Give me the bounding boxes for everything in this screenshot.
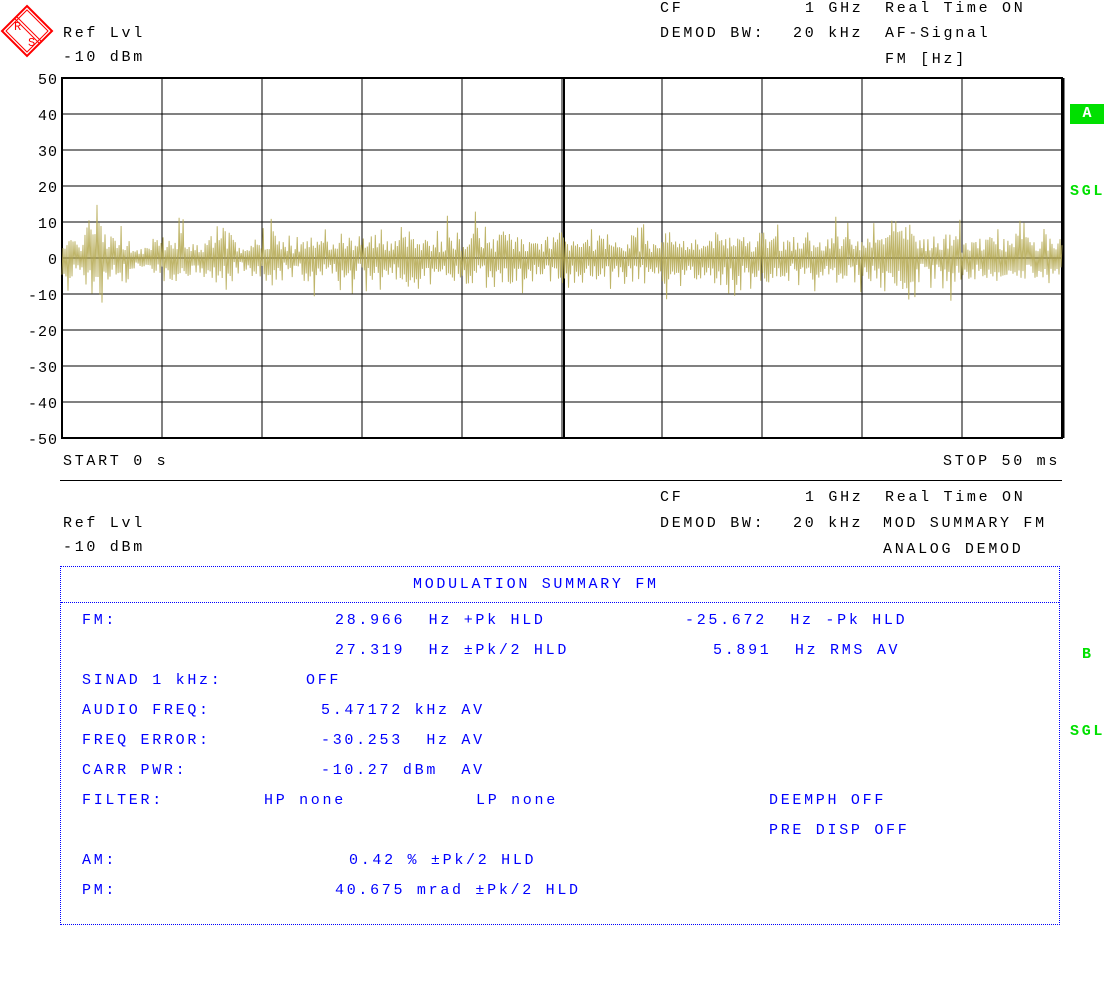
cf-label-b: CF [660,489,684,506]
y-tick-label: 40 [38,108,58,125]
audio-freq-label: AUDIO FREQ: [82,702,211,719]
panel-header-divider [61,602,1059,603]
stop-label: STOP 50 ms [943,453,1061,470]
screen-divider [60,480,1062,481]
demod-bw-label-b: DEMOD BW: [660,515,766,532]
audio-freq-value: 5.47172 kHz AV [321,702,485,719]
y-tick-label: -10 [28,288,58,305]
summary-title: MODULATION SUMMARY FM [413,576,659,593]
freq-error-label: FREQ ERROR: [82,732,211,749]
hp-filter: HP none [264,792,346,809]
af-signal-plot: 50 40 30 20 10 0 -10 -20 -30 -40 -50 [28,72,1065,449]
y-tick-label: 30 [38,144,58,161]
pm-value: 40.675 mrad ±Pk/2 HLD [335,882,581,899]
carrier-power-label: CARR PWR: [82,762,188,779]
deemphasis: DEEMPH OFF [769,792,887,809]
trace-a-badge[interactable]: A [1070,104,1104,124]
am-value: 0.42 % ±Pk/2 HLD [349,852,537,869]
am-label: AM: [82,852,118,869]
y-tick-label: 10 [38,216,58,233]
y-tick-label: -50 [28,432,58,449]
ref-level-label-b: Ref Lvl [63,515,145,532]
y-tick-label: -40 [28,396,58,413]
y-tick-label: 0 [48,252,58,269]
fm-neg-peak: -25.672 Hz -Pk HLD [685,612,908,629]
demod-bw-value-b: 20 kHz [793,515,864,532]
mode-label-b: MOD SUMMARY FM [883,515,1047,532]
y-tick-label: 50 [38,72,58,89]
sinad-label: SINAD 1 kHz: [82,672,223,689]
filter-label: FILTER: [82,792,164,809]
trace-b-badge[interactable]: B [1082,646,1094,664]
y-tick-label: -20 [28,324,58,341]
sinad-value: OFF [306,672,342,689]
submode-label-b: ANALOG DEMOD [883,541,1024,558]
pre-display: PRE DISP OFF [769,822,910,839]
pm-label: PM: [82,882,118,899]
fm-label: FM: [82,612,118,629]
freq-error-value: -30.253 Hz AV [321,732,485,749]
fm-rms: 5.891 Hz RMS AV [713,642,901,659]
analyzer-screen: R S Ref Lvl -10 dBm CF 1 GHz DEMOD BW: 2… [0,0,1120,986]
y-tick-label: -30 [28,360,58,377]
ref-level-value-b: -10 dBm [63,539,145,556]
lp-filter: LP none [476,792,558,809]
fm-pos-peak: 28.966 Hz +Pk HLD [335,612,546,629]
y-tick-label: 20 [38,180,58,197]
start-label: START 0 s [63,453,169,470]
cf-value-b: 1 GHz [805,489,864,506]
carrier-power-value: -10.27 dBm AV [321,762,485,779]
sweep-mode-b: SGL [1070,723,1106,740]
realtime-status-b: Real Time ON [885,489,1026,506]
sweep-mode-a: SGL [1070,183,1106,200]
fm-half-peak: 27.319 Hz ±Pk/2 HLD [335,642,570,659]
